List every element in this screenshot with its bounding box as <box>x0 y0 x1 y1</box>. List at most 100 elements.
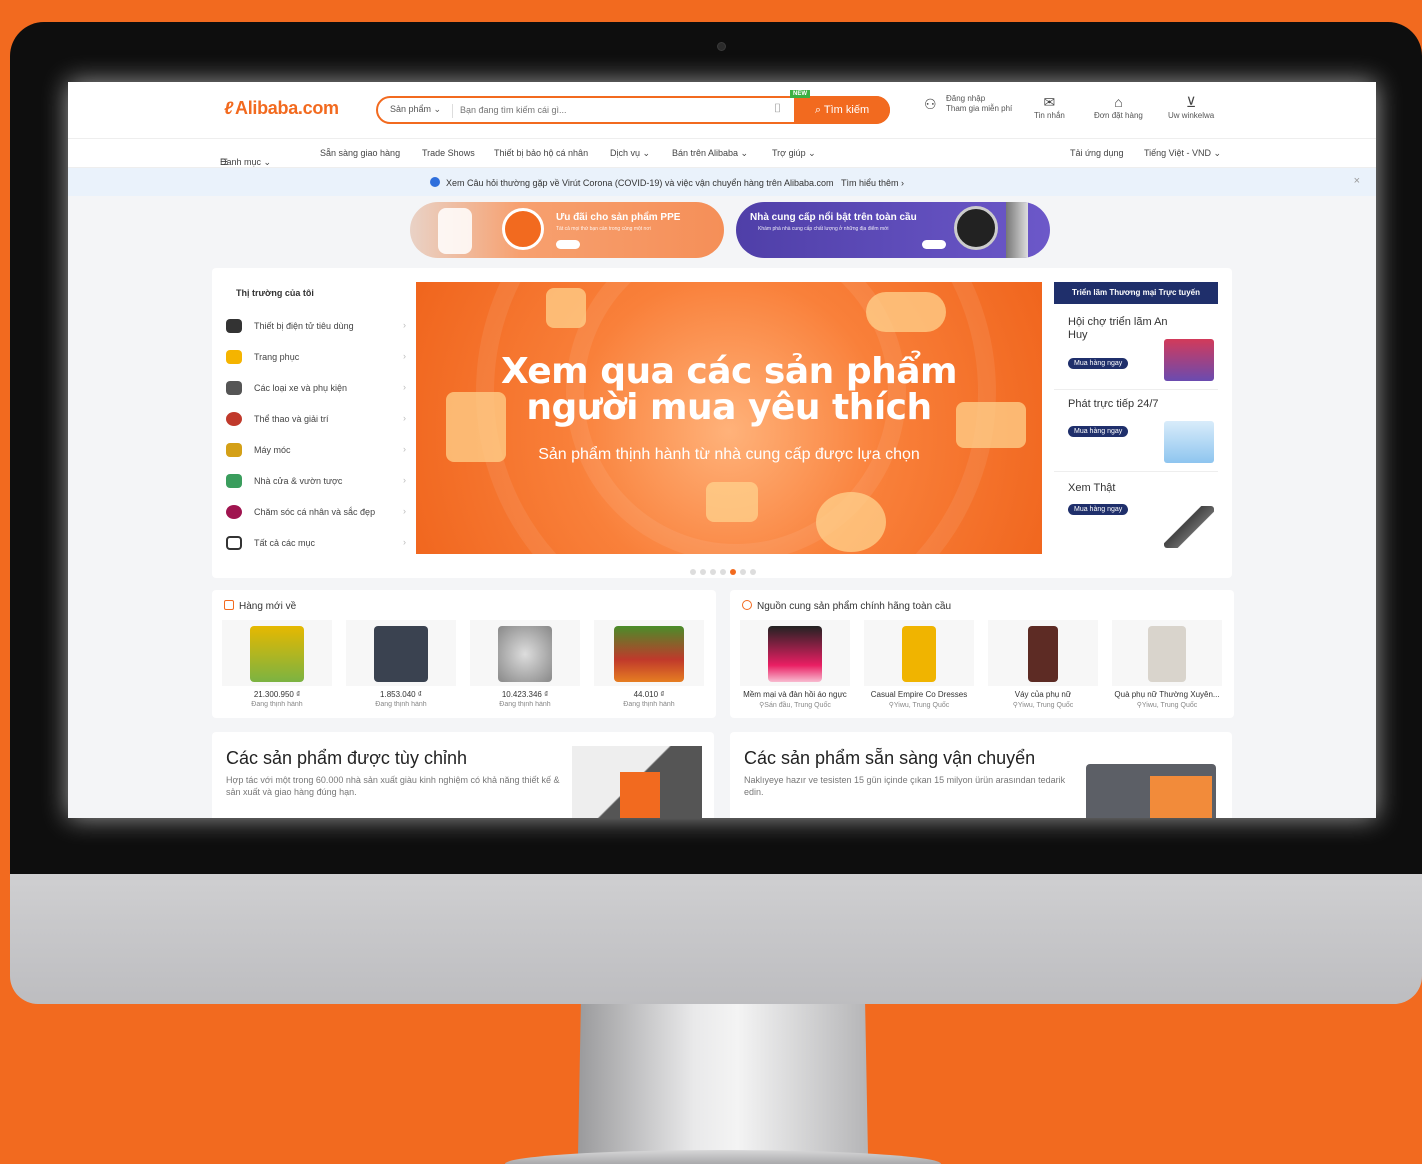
buy-now-button[interactable]: Mua hàng ngay <box>1068 358 1129 369</box>
category-item[interactable]: Tất cả các mục › <box>226 533 406 557</box>
supplier-product-image <box>1006 202 1028 258</box>
new-arrivals-section: Hàng mới về 21.300.950 ₫ Đang thịnh hành … <box>212 590 716 718</box>
global-suppliers-banner[interactable]: Nhà cung cấp nổi bật trên toàn cầu Khám … <box>736 202 1050 258</box>
global-sources-section: Nguồn cung sản phẩm chính hãng toàn cầu … <box>730 590 1234 718</box>
get-app-link[interactable]: Tải ứng dụng <box>1070 148 1124 158</box>
nav-item-help[interactable]: Trợ giúp ⌄ <box>772 148 816 159</box>
webcam <box>717 42 726 51</box>
nav-item-sell[interactable]: Bán trên Alibaba ⌄ <box>672 148 748 159</box>
plant-icon <box>226 474 242 488</box>
carousel-dot[interactable] <box>720 569 726 575</box>
promo-subtitle: Khám phá nhà cung cấp chất lượng ở những… <box>758 226 889 232</box>
alibaba-logo[interactable]: ℓ Alibaba.com <box>224 98 339 119</box>
hero-banner[interactable]: Xem qua các sản phẩm người mua yêu thích … <box>416 282 1042 554</box>
new-badge: NEW <box>790 90 810 98</box>
dress-image <box>902 626 936 682</box>
product-card[interactable]: 10.423.346 ₫ Đang thịnh hành <box>466 620 584 712</box>
category-item[interactable]: Nhà cửa & vườn tược › <box>226 471 406 495</box>
promo-button[interactable] <box>922 240 946 249</box>
nav-item-ppe[interactable]: Thiết bị bảo hộ cá nhân <box>494 148 588 158</box>
product-status: Đang thịnh hành <box>375 701 427 708</box>
chevron-right-icon: › <box>403 413 406 423</box>
nav-item-ready-to-ship[interactable]: Sẵn sàng giao hàng <box>320 148 400 158</box>
product-card[interactable]: Casual Empire Co Dresses ⚲Yiwu, Trung Quố… <box>860 620 978 712</box>
search-input[interactable] <box>460 102 770 118</box>
product-card[interactable]: Váy của phụ nữ ⚲Yiwu, Trung Quốc <box>984 620 1102 712</box>
hero-title: Xem qua các sản phẩm người mua yêu thích <box>500 351 958 428</box>
nav-item-services[interactable]: Dịch vụ ⌄ <box>610 148 650 159</box>
learn-more-link[interactable]: Tìm hiểu thêm › <box>841 178 904 188</box>
ball-icon <box>226 412 242 426</box>
join-free-label: Tham gia miễn phí <box>946 103 1013 113</box>
product-image <box>1112 620 1222 686</box>
buy-now-button[interactable]: Mua hàng ngay <box>1068 426 1129 437</box>
search-button[interactable]: ⌕ Tìm kiếm <box>794 96 890 124</box>
camera-search-icon[interactable]: ⌷ <box>774 101 781 116</box>
search-category-select[interactable]: Sản phẩm ⌄ <box>390 104 441 115</box>
product-image <box>594 620 704 686</box>
chevron-right-icon: › <box>403 537 406 547</box>
carousel-dot[interactable] <box>750 569 756 575</box>
category-item[interactable]: Các loại xe và phụ kiện › <box>226 378 406 402</box>
covid-notice: Xem Câu hỏi thường gặp về Virút Corona (… <box>68 168 1376 196</box>
orders-link[interactable]: ⌂ Đơn đặt hàng <box>1094 94 1143 120</box>
carousel-dot[interactable] <box>700 569 706 575</box>
feature-title: Các sản phẩm sẵn sàng vận chuyển <box>744 748 1036 768</box>
ready-to-ship-card[interactable]: Các sản phẩm sẵn sàng vận chuyển Naklıye… <box>730 732 1232 818</box>
signin-link[interactable]: ⚇ Đăng nhập Tham gia miễn phí <box>924 94 1012 113</box>
ppe-promo-banner[interactable]: Ưu đãi cho sản phẩm PPE Tất cả mọi thứ b… <box>410 202 724 258</box>
expo-item[interactable]: Xem Thật Mua hàng ngay <box>1054 474 1218 556</box>
close-icon[interactable]: × <box>1354 175 1360 187</box>
language-currency-select[interactable]: Tiếng Việt - VND ⌄ <box>1144 148 1221 159</box>
expo-item[interactable]: Phát trực tiếp 24/7 Mua hàng ngay <box>1054 390 1218 472</box>
product-status: Đang thịnh hành <box>623 701 675 708</box>
expo-item[interactable]: Hội chợ triển lãm An Huy Mua hàng ngay <box>1054 308 1218 390</box>
product-image <box>864 620 974 686</box>
category-item[interactable]: Trang phục › <box>226 347 406 371</box>
product-image <box>470 620 580 686</box>
grid-icon <box>226 536 242 550</box>
product-card[interactable]: Quà phụ nữ Thường Xuyên... ⚲Yiwu, Trung Q… <box>1108 620 1226 712</box>
promo-title: Ưu đãi cho sản phẩm PPE <box>556 212 681 223</box>
chevron-right-icon: › <box>403 506 406 516</box>
product-status: Đang thịnh hành <box>499 701 551 708</box>
product-card[interactable]: Mềm mại và đàn hồi áo ngực ⚲Sán đầu, Trun… <box>736 620 854 712</box>
category-item[interactable]: Máy móc › <box>226 440 406 464</box>
category-item[interactable]: Thiết bị điện tử tiêu dùng › <box>226 316 406 340</box>
ppe-product-image <box>438 208 472 254</box>
global-sources-title: Nguồn cung sản phẩm chính hãng toàn cầu <box>742 600 951 612</box>
expo-item-title: Xem Thật <box>1068 482 1116 494</box>
top-header: ℓAlibaba.com Sản phẩm ⌄ ⌷ ⌕ Tìm kiếm NEW… <box>68 82 1376 138</box>
message-icon: ✉ <box>1043 94 1056 110</box>
fertilizer-bag-image <box>250 626 304 682</box>
cart-link[interactable]: ⊻ Uw winkelwa <box>1168 94 1214 120</box>
monitor-stand-foot <box>505 1150 941 1164</box>
box-illustration <box>1150 776 1212 818</box>
carousel-dot-active[interactable] <box>730 569 736 575</box>
category-item[interactable]: Thể thao và giải trí › <box>226 409 406 433</box>
search-icon: ⌕ <box>814 104 824 116</box>
cart-icon: ⊻ <box>1185 94 1197 110</box>
camera-image <box>706 482 758 522</box>
buy-now-button[interactable]: Mua hàng ngay <box>1068 504 1129 515</box>
product-card[interactable]: 21.300.950 ₫ Đang thịnh hành <box>218 620 336 712</box>
hero-subtitle: Sản phẩm thịnh hành từ nhà cung cấp được… <box>538 446 920 463</box>
promo-subtitle: Tất cả mọi thứ bạn cần trong cùng một nơ… <box>556 226 651 232</box>
carousel-dot[interactable] <box>740 569 746 575</box>
info-icon <box>430 177 440 187</box>
messages-link[interactable]: ✉ Tin nhắn <box>1034 94 1065 120</box>
trade-show-panel: Triển lãm Thương mại Trực tuyến Hội chợ … <box>1054 282 1218 564</box>
gamepad-image <box>866 292 946 332</box>
customized-products-card[interactable]: Các sản phẩm được tùy chỉnh Hợp tác với … <box>212 732 714 818</box>
category-item[interactable]: Chăm sóc cá nhân và sắc đẹp › <box>226 502 406 526</box>
new-arrivals-title: Hàng mới về <box>224 600 296 612</box>
product-card[interactable]: 1.853.040 ₫ Đang thịnh hành <box>342 620 460 712</box>
nav-bar: ☰ Danh mục ⌄ Sẵn sàng giao hàng Trade Sh… <box>68 138 1376 168</box>
carousel-dot[interactable] <box>710 569 716 575</box>
monitor-stand <box>578 1004 868 1156</box>
granules-image <box>498 626 552 682</box>
promo-button[interactable] <box>556 240 580 249</box>
nav-item-trade-shows[interactable]: Trade Shows <box>422 148 475 158</box>
product-card[interactable]: 44.010 ₫ Đang thịnh hành <box>590 620 708 712</box>
carousel-dot[interactable] <box>690 569 696 575</box>
